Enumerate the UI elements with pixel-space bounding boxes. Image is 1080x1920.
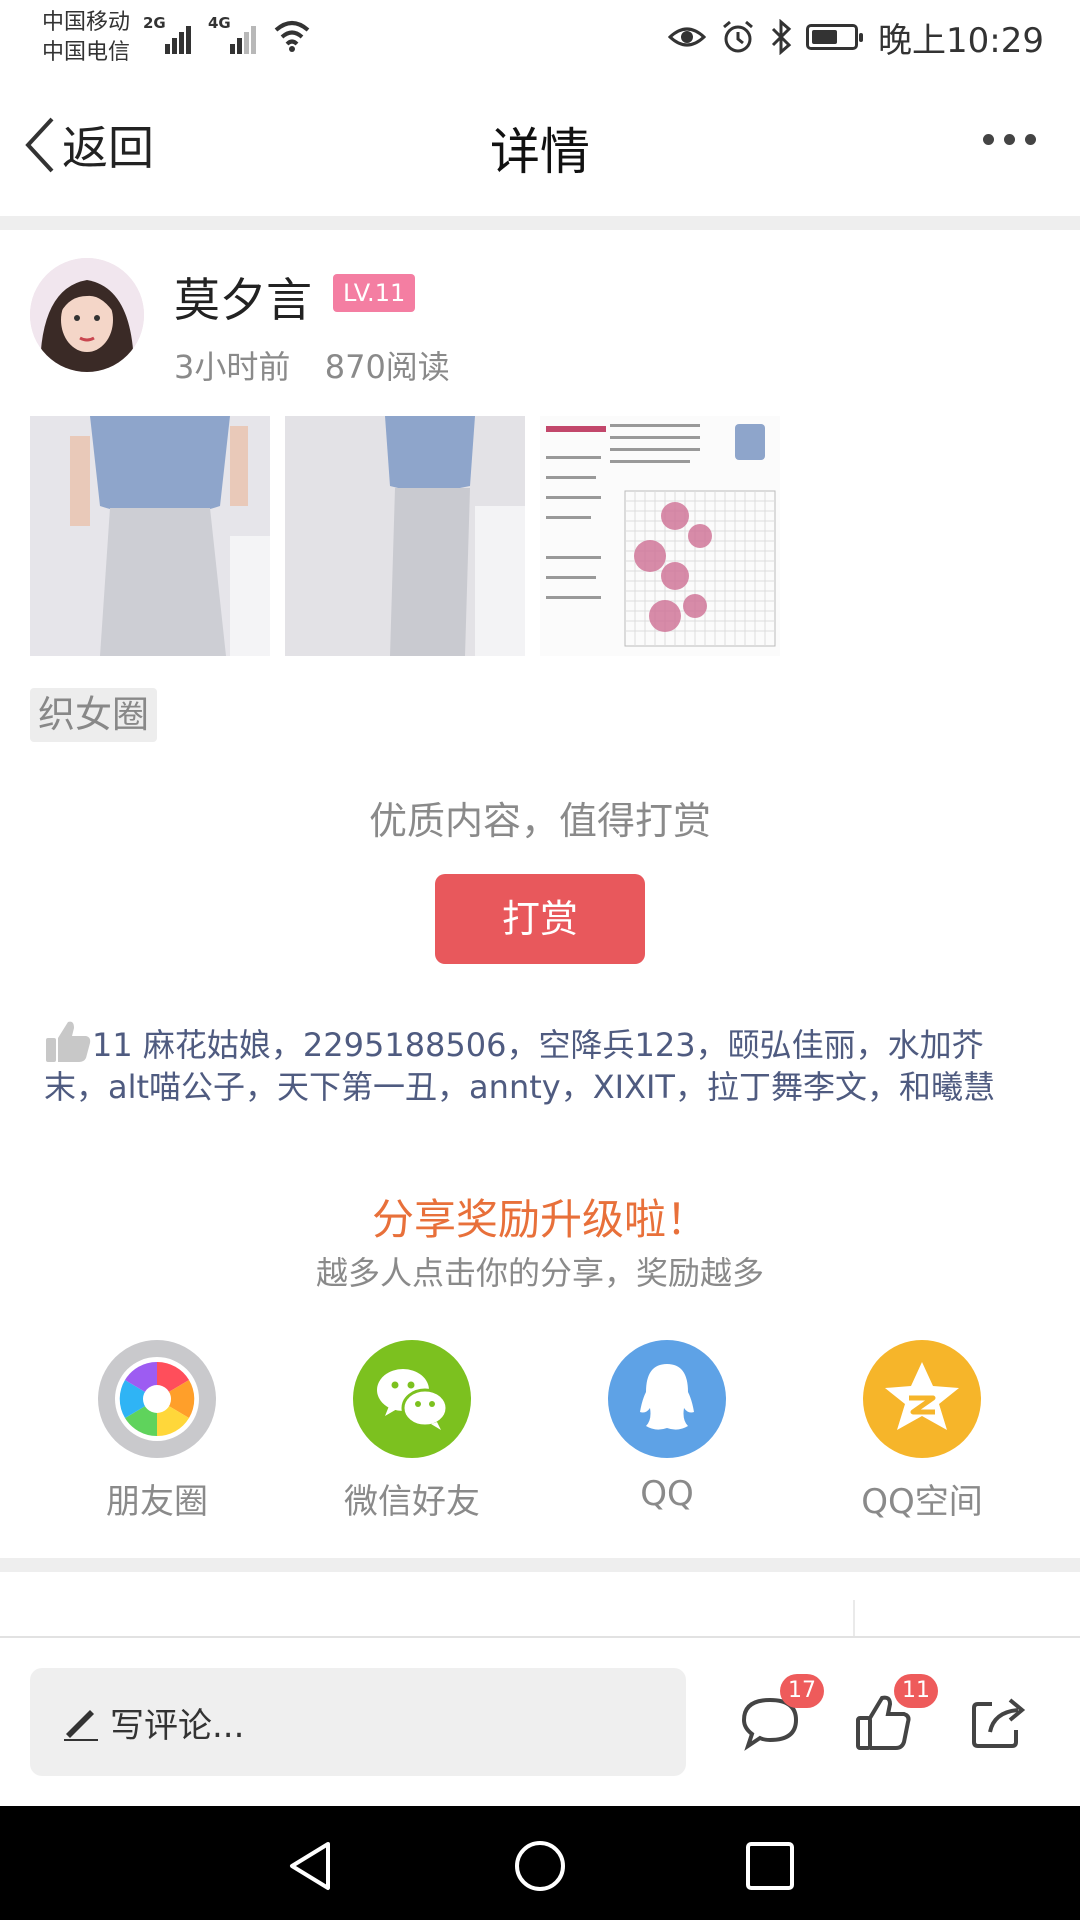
post-time: 3小时前 <box>174 348 291 386</box>
signal-2g-icon: 2G <box>143 14 193 54</box>
post-image-2[interactable] <box>285 416 525 656</box>
section-divider <box>0 1558 1080 1572</box>
pencil-icon <box>64 1710 98 1741</box>
read-count: 870阅读 <box>324 348 450 386</box>
recents-square-icon[interactable] <box>740 1836 800 1896</box>
divider <box>0 216 1080 230</box>
battery-icon <box>806 24 864 50</box>
alarm-icon <box>723 20 753 53</box>
share-qzone-button[interactable]: QQ空间 <box>822 1340 1022 1523</box>
share-subtitle: 越多人点击你的分享，奖励越多 <box>315 1254 764 1292</box>
share-qq-button[interactable]: QQ <box>567 1340 767 1514</box>
system-navigation-bar <box>0 1806 1080 1920</box>
moments-icon <box>98 1340 216 1458</box>
share-button[interactable] <box>966 1690 1030 1754</box>
comment-count-badge: 17 <box>780 1674 824 1708</box>
bottom-action-bar: 写评论... 17 11 <box>0 1636 1080 1806</box>
page-title: 详情 <box>490 123 590 181</box>
wechat-icon <box>353 1340 471 1458</box>
thumbs-up-icon <box>46 1021 91 1062</box>
qq-icon <box>608 1340 726 1458</box>
share-moments-button[interactable]: 朋友圈 <box>57 1340 257 1523</box>
likes-list: 11 麻花姑娘，2295188506，空降兵123，颐弘佳丽，水加芥末，alt喵… <box>44 1018 1044 1108</box>
like-count-badge: 11 <box>894 1674 938 1708</box>
share-icon <box>972 1698 1026 1748</box>
avatar[interactable] <box>30 258 144 372</box>
carrier-1: 中国移动 <box>42 10 131 35</box>
share-qzone-label: QQ空间 <box>861 1482 983 1522</box>
circle-tag[interactable]: 织女圈 <box>30 688 157 742</box>
post-image-1[interactable] <box>30 416 270 656</box>
likes-names[interactable]: 麻花姑娘，2295188506，空降兵123，颐弘佳丽，水加芥末，alt喵公子，… <box>44 1026 995 1106</box>
home-circle-icon[interactable] <box>510 1836 570 1896</box>
status-bar: 中国移动 中国电信 2G 4G 晚上10:29 <box>0 0 1080 76</box>
photo-woman-knit-top <box>30 416 270 656</box>
carrier-2: 中国电信 <box>42 40 131 65</box>
like-button[interactable]: 11 <box>852 1674 938 1754</box>
post-image-3[interactable] <box>540 416 780 656</box>
share-qq-label: QQ <box>640 1474 694 1514</box>
bluetooth-icon <box>771 19 792 55</box>
wifi-icon <box>274 21 310 52</box>
reward-button[interactable]: 打赏 <box>435 874 645 964</box>
share-wechat-button[interactable]: 微信好友 <box>312 1340 512 1523</box>
photo-woman-side <box>285 416 525 656</box>
photo-knitting-chart <box>540 416 780 656</box>
share-moments-label: 朋友圈 <box>106 1482 208 1522</box>
more-icon <box>983 134 994 145</box>
avatar-image <box>30 258 144 372</box>
carrier-labels: 中国移动 中国电信 <box>42 8 130 68</box>
back-triangle-icon[interactable] <box>280 1836 340 1896</box>
comment-input[interactable]: 写评论... <box>30 1668 686 1776</box>
nav-bar: 返回 详情 <box>0 76 1080 216</box>
reward-prompt: 优质内容，值得打赏 <box>368 799 711 843</box>
clock: 晚上10:29 <box>878 20 1044 61</box>
more-options-button[interactable] <box>983 134 1036 145</box>
author-name[interactable]: 莫夕言 <box>174 264 312 330</box>
share-wechat-label: 微信好友 <box>344 1482 480 1522</box>
share-title: 分享奖励升级啦！ <box>371 1195 708 1244</box>
level-badge: LV.11 <box>333 274 416 312</box>
eye-icon <box>668 27 707 47</box>
post-meta: 3小时前 870阅读 <box>174 342 450 388</box>
likes-count: 11 <box>92 1026 133 1064</box>
signal-4g-icon: 4G <box>208 14 263 54</box>
comment-placeholder: 写评论... <box>110 1705 245 1746</box>
comments-button[interactable]: 17 <box>738 1674 824 1754</box>
divider <box>853 1600 855 1636</box>
qzone-icon <box>863 1340 981 1458</box>
